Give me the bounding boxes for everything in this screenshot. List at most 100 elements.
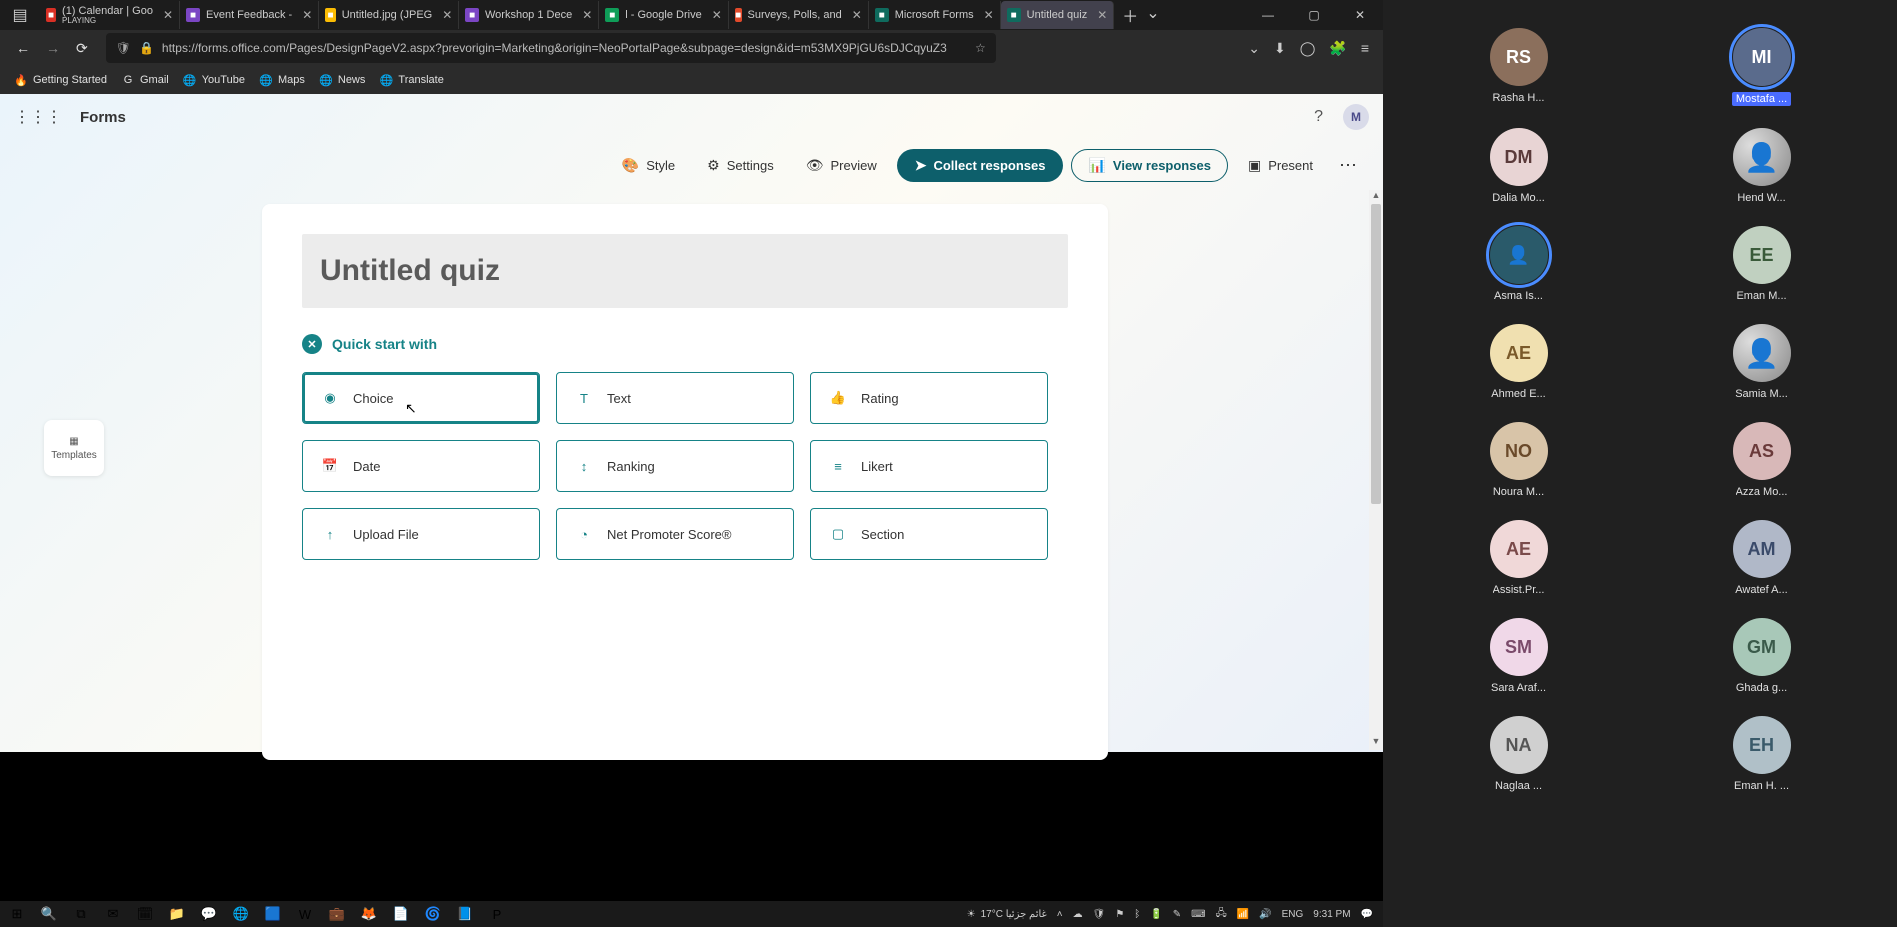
bookmark-star-icon[interactable]: ☆ [975,41,986,55]
scroll-down-icon[interactable]: ▼ [1369,736,1383,750]
tab-close-icon[interactable]: ✕ [712,8,722,22]
tab-close-icon[interactable]: ✕ [163,8,173,22]
vertical-scrollbar[interactable]: ▲ ▼ [1369,190,1383,750]
tray-network-icon[interactable]: 🖧 [1216,906,1227,923]
tray-bluetooth-icon[interactable]: ᛒ [1134,909,1140,920]
taskbar-app-icon[interactable]: W [292,902,318,926]
notifications-icon[interactable]: 💬 [1361,909,1373,920]
taskbar-app-icon[interactable]: 📄 [388,902,414,926]
question-type-card[interactable]: 📅 Date [302,440,540,492]
app-launcher-icon[interactable]: ⋮⋮⋮ [14,107,62,127]
scroll-thumb[interactable] [1371,204,1381,504]
view-responses-button[interactable]: 📊View responses [1071,149,1227,182]
more-options-button[interactable]: ⋯ [1333,155,1363,176]
weather-widget[interactable]: ☀17°C غائم جزئيا [967,909,1047,920]
tray-wifi-icon[interactable]: 📶 [1237,909,1249,920]
tab-close-icon[interactable]: ✕ [852,8,862,22]
tray-keyboard-icon[interactable]: ⌨ [1191,909,1205,920]
participant-tile[interactable]: AE Ahmed E... [1477,324,1561,400]
taskbar-app-icon[interactable]: P [484,902,510,926]
tab-close-icon[interactable]: ✕ [442,8,452,22]
close-quick-start-icon[interactable]: ✕ [302,334,322,354]
preview-button[interactable]: 👁Preview [794,151,889,180]
participant-tile[interactable]: 👤 Hend W... [1720,128,1804,204]
tab-close-icon[interactable]: ✕ [302,8,312,22]
tray-pen-icon[interactable]: ✎ [1173,909,1181,920]
tray-battery-icon[interactable]: 🔋 [1150,909,1162,920]
question-type-card[interactable]: ◔ Net Promoter Score® [556,508,794,560]
close-window-button[interactable]: ✕ [1337,0,1383,30]
back-button[interactable]: ← [16,40,30,57]
browser-tab[interactable]: ■ (1) Calendar | Goo PLAYING ✕ [40,1,180,29]
style-button[interactable]: 🎨Style [610,151,687,180]
settings-button[interactable]: ⚙Settings [695,151,786,180]
bookmark-item[interactable]: 🌐Maps [259,73,305,87]
participant-tile[interactable]: DM Dalia Mo... [1477,128,1561,204]
question-type-card[interactable]: ≡ Likert [810,440,1048,492]
templates-button[interactable]: ▦ Templates [44,420,104,476]
browser-tab[interactable]: ■ Untitled.jpg (JPEG ✕ [319,1,459,29]
participant-tile[interactable]: NO Noura M... [1477,422,1561,498]
maximize-button[interactable]: ▢ [1291,0,1337,30]
taskbar-app-icon[interactable]: 💼 [324,902,350,926]
forward-button[interactable]: → [46,40,60,57]
question-type-card[interactable]: T Text [556,372,794,424]
participant-tile[interactable]: SM Sara Araf... [1477,618,1561,694]
bookmark-item[interactable]: 🌐YouTube [183,73,245,87]
participant-tile[interactable]: AM Awatef A... [1720,520,1804,596]
bookmark-item[interactable]: 🌐Translate [379,73,443,87]
tab-close-icon[interactable]: ✕ [582,8,592,22]
menu-icon[interactable]: ≡ [1361,40,1369,57]
taskbar-app-icon[interactable]: ⧉ [68,902,94,926]
clock[interactable]: 9:31 PM [1313,909,1350,920]
language-indicator[interactable]: ENG [1282,909,1304,920]
tray-onedrive-icon[interactable]: ☁ [1073,909,1083,920]
browser-tab[interactable]: ■ Untitled quiz ✕ [1001,1,1115,29]
participant-tile[interactable]: AS Azza Mo... [1720,422,1804,498]
participant-tile[interactable]: AE Assist.Pr... [1477,520,1561,596]
account-icon[interactable]: ◯ [1300,40,1316,57]
present-button[interactable]: ▣Present [1236,151,1325,180]
downloads-icon[interactable]: ⬇ [1274,40,1286,57]
participant-tile[interactable]: EE Eman M... [1720,226,1804,302]
tray-volume-icon[interactable]: 🔊 [1259,909,1271,920]
browser-tab[interactable]: ■ Microsoft Forms ✕ [869,1,1001,29]
participant-tile[interactable]: EH Eman H. ... [1720,716,1804,792]
firefox-view-icon[interactable]: ▤ [0,0,40,30]
participant-tile[interactable]: 👤 Asma Is... [1477,226,1561,302]
collect-responses-button[interactable]: ➤Collect responses [897,149,1064,182]
taskbar-app-icon[interactable]: 📁 [164,902,190,926]
taskbar-app-icon[interactable]: 🗓 [132,902,158,926]
tray-chevron-icon[interactable]: ˄ [1057,909,1063,920]
browser-tab[interactable]: ■ Surveys, Polls, and ✕ [729,1,869,29]
question-type-card[interactable]: ◉ Choice [302,372,540,424]
taskbar-app-icon[interactable]: 🔍 [36,902,62,926]
bookmark-item[interactable]: 🔥Getting Started [14,73,107,87]
taskbar-app-icon[interactable]: 📘 [452,902,478,926]
participant-tile[interactable]: GM Ghada g... [1720,618,1804,694]
taskbar-app-icon[interactable]: 🦊 [356,902,382,926]
question-type-card[interactable]: ↑ Upload File [302,508,540,560]
extensions-icon[interactable]: 🧩 [1329,40,1346,57]
browser-tab[interactable]: ■ Event Feedback - ✕ [180,1,319,29]
minimize-button[interactable]: ― [1245,0,1291,30]
reload-button[interactable]: ⟳ [76,40,88,57]
participant-tile[interactable]: RS Rasha H... [1477,28,1561,106]
participant-tile[interactable]: MI Mostafa ... [1720,28,1804,106]
question-type-card[interactable]: ↕ Ranking [556,440,794,492]
tray-security-icon[interactable]: 🛡 [1093,909,1106,920]
user-avatar[interactable]: M [1343,104,1369,130]
participant-tile[interactable]: 👤 Samia M... [1720,324,1804,400]
taskbar-app-icon[interactable]: 💬 [196,902,222,926]
tab-close-icon[interactable]: ✕ [1097,8,1107,22]
participant-tile[interactable]: NA Naglaa ... [1477,716,1561,792]
help-icon[interactable]: ? [1314,108,1323,126]
browser-tab[interactable]: ■ Workshop 1 Dece ✕ [459,1,599,29]
address-bar[interactable]: 🛡 🔒 https://forms.office.com/Pages/Desig… [106,33,996,63]
browser-tab[interactable]: ■ l - Google Drive ✕ [599,1,728,29]
quiz-title-field[interactable]: Untitled quiz [302,234,1068,308]
bookmark-item[interactable]: GGmail [121,73,169,87]
tray-flag-icon[interactable]: ⚑ [1115,909,1124,920]
taskbar-app-icon[interactable]: 🟦 [260,902,286,926]
taskbar-app-icon[interactable]: ✉ [100,902,126,926]
